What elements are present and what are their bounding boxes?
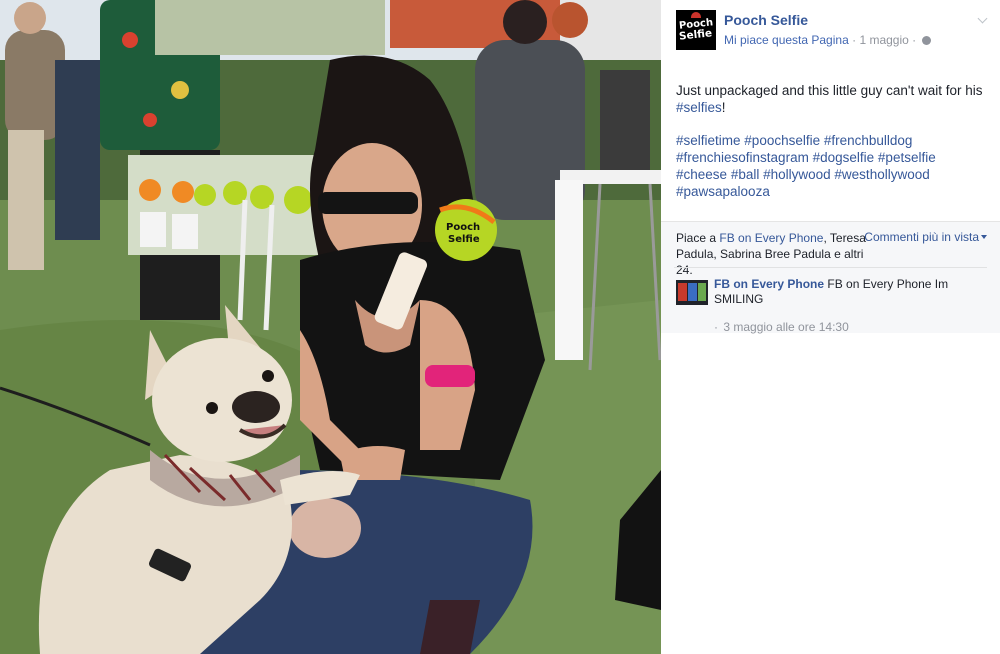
hashtag-link[interactable]: #selfietime bbox=[676, 133, 741, 148]
comment-avatar[interactable] bbox=[676, 280, 708, 305]
caret-down-icon bbox=[981, 235, 987, 239]
hashtag-link[interactable]: #westhollywood bbox=[834, 167, 929, 182]
liker-link[interactable]: FB on Every Phone bbox=[719, 231, 823, 245]
chevron-down-icon[interactable] bbox=[976, 14, 990, 28]
meta-separator: · bbox=[852, 33, 857, 47]
post-photo[interactable]: Pooch Selfie bbox=[0, 0, 661, 654]
post-side-panel: Pooch Selfie Pooch Selfie Mi piace quest… bbox=[661, 0, 1000, 654]
ball-text-1: Pooch bbox=[446, 222, 480, 233]
hashtag-link[interactable]: #dogselfie bbox=[813, 150, 875, 165]
hashtag-link[interactable]: #poochselfie bbox=[744, 133, 820, 148]
comment-author-link[interactable]: FB on Every Phone bbox=[714, 277, 824, 291]
post-message: Just unpackaged and this little guy can'… bbox=[676, 82, 988, 216]
meta-separator: · bbox=[912, 33, 917, 47]
hashtag-link[interactable]: #selfies bbox=[676, 100, 722, 115]
comment-body: FB on Every Phone FB on Every Phone Im S… bbox=[714, 277, 986, 335]
table-cloth-drape bbox=[555, 180, 583, 360]
paw-icon bbox=[691, 12, 701, 18]
likes-summary: Piace a FB on Every Phone, Teresa Padula… bbox=[676, 230, 866, 278]
hashtag-link[interactable]: #hollywood bbox=[763, 167, 831, 182]
likes-prefix: Piace a bbox=[676, 231, 717, 245]
ball-text-2: Selfie bbox=[448, 234, 480, 245]
comment-sort-label: Commenti più in vista bbox=[864, 230, 979, 244]
comment-timestamp: · 3 maggio alle ore 14:30 bbox=[714, 320, 986, 335]
post-header: Pooch Selfie Pooch Selfie Mi piace quest… bbox=[676, 10, 986, 50]
post-caption: Just unpackaged and this little guy can'… bbox=[676, 82, 988, 116]
hashtag-link[interactable]: #ball bbox=[731, 167, 760, 182]
globe-icon bbox=[921, 36, 931, 45]
hashtag-list: #selfietime #poochselfie #frenchbulldog … bbox=[676, 132, 988, 200]
hashtag-link[interactable]: #pawsapalooza bbox=[676, 184, 770, 199]
caption-end: ! bbox=[721, 100, 726, 115]
feedback-section: Piace a FB on Every Phone, Teresa Padula… bbox=[661, 221, 1000, 335]
hashtag-link[interactable]: #frenchiesofinstagram bbox=[676, 150, 809, 165]
hashtag-link[interactable]: #frenchbulldog bbox=[824, 133, 913, 148]
comment-time-link[interactable]: 3 maggio alle ore 14:30 bbox=[723, 320, 848, 334]
page-name-link[interactable]: Pooch Selfie bbox=[724, 12, 808, 28]
photo-illustration: Pooch Selfie bbox=[0, 0, 661, 654]
post-date-link[interactable]: 1 maggio bbox=[859, 33, 908, 47]
page-avatar-line-2: Selfie bbox=[678, 27, 714, 43]
comment-sort-dropdown[interactable]: Commenti più in vista bbox=[864, 230, 987, 244]
like-page-link[interactable]: Mi piace questa Pagina bbox=[724, 33, 849, 47]
time-separator: · bbox=[714, 320, 718, 334]
hashtag-link[interactable]: #petselfie bbox=[878, 150, 936, 165]
hashtag-link[interactable]: #cheese bbox=[676, 167, 727, 182]
page-avatar[interactable]: Pooch Selfie bbox=[676, 10, 716, 50]
post-meta: Mi piace questa Pagina · 1 maggio · bbox=[724, 33, 931, 47]
divider bbox=[674, 267, 987, 268]
caption-text: Just unpackaged and this little guy can'… bbox=[676, 83, 983, 98]
